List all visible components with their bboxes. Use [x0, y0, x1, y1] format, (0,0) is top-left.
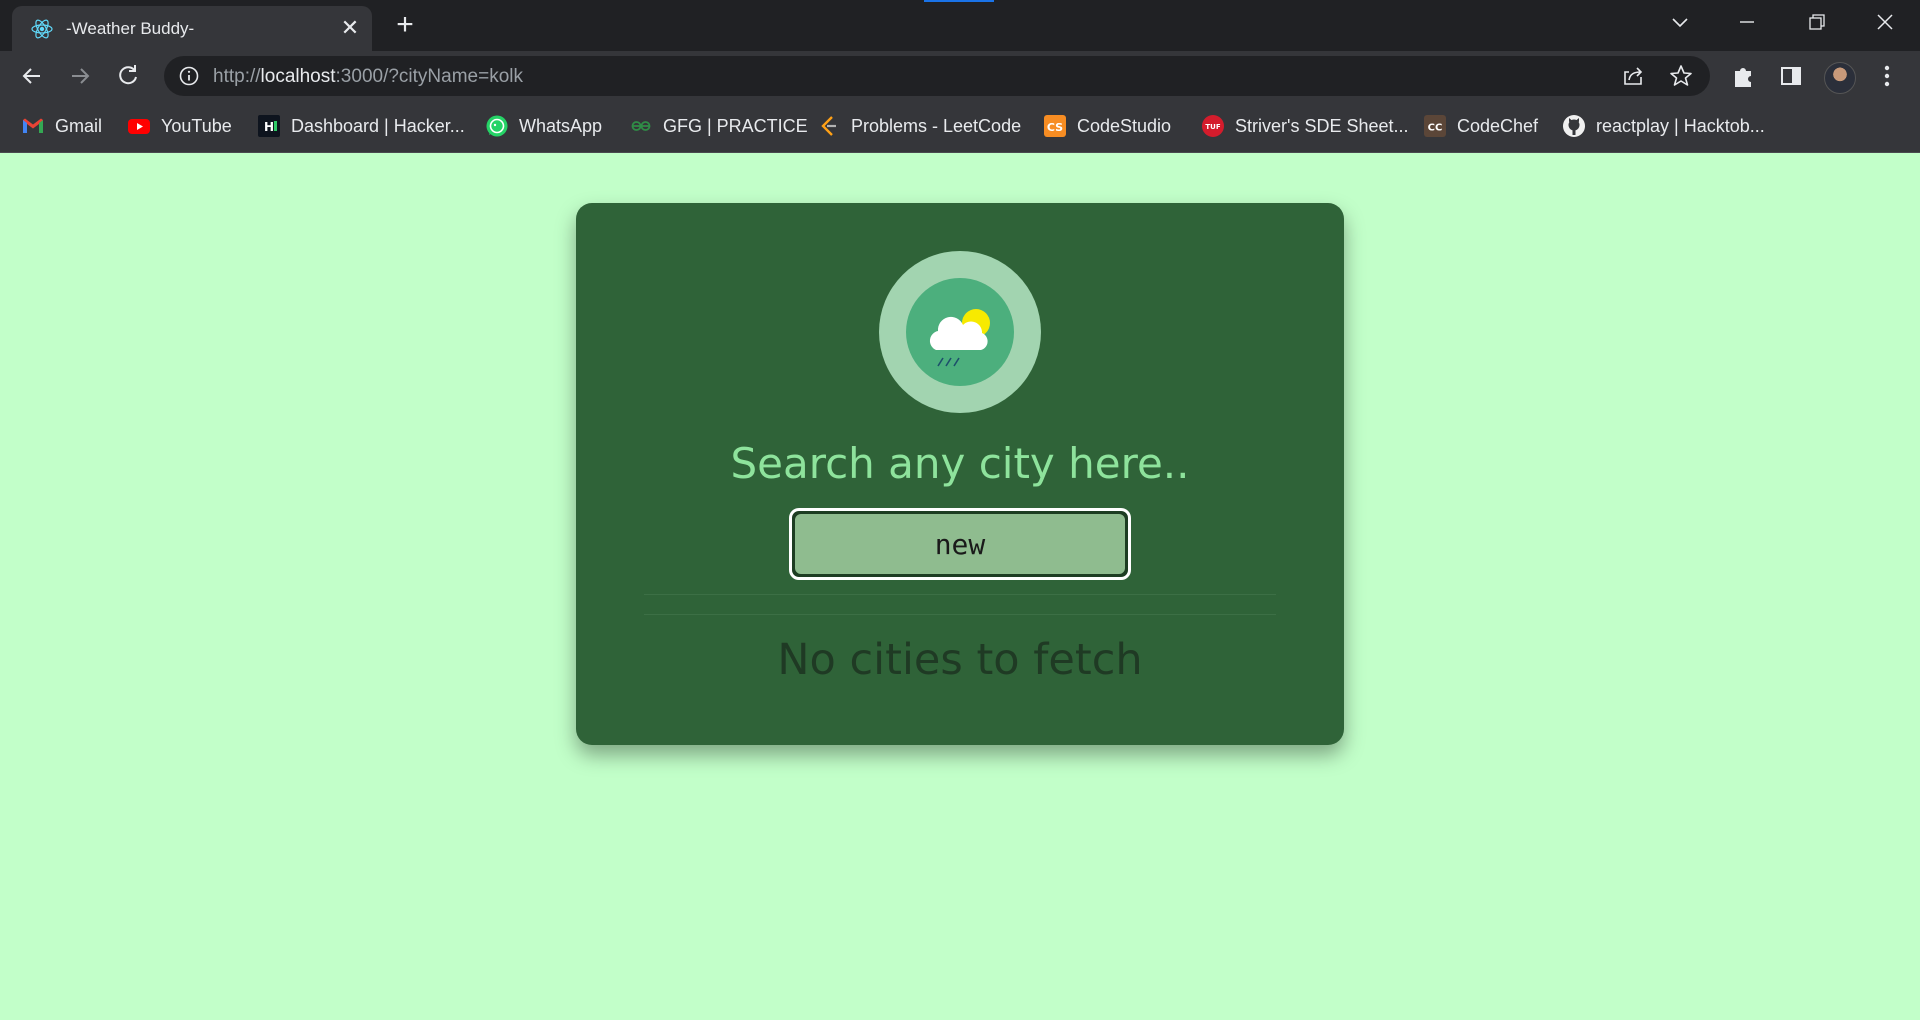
- bookmark-gmail[interactable]: Gmail: [21, 114, 102, 138]
- bookmark-label: reactplay | Hacktob...: [1596, 115, 1765, 136]
- divider-top: [644, 594, 1276, 595]
- bookmark-label: YouTube: [161, 115, 232, 136]
- youtube-icon: [127, 114, 151, 138]
- bookmark-label: CodeStudio: [1077, 115, 1172, 136]
- codechef-icon: CC: [1423, 114, 1447, 138]
- active-tab[interactable]: -Weather Buddy- ✕: [12, 6, 372, 51]
- address-bar[interactable]: http://localhost:3000/?cityName=kolk: [164, 56, 1710, 96]
- bookmark-label: GFG | PRACTICE: [663, 115, 808, 136]
- bookmark-gfg[interactable]: GFG | PRACTICE: [629, 114, 808, 138]
- cloud-sun-rain-icon: [929, 309, 990, 367]
- bookmark-whatsapp[interactable]: WhatsApp: [485, 114, 602, 138]
- tab-search-chevron-icon[interactable]: [1662, 8, 1698, 38]
- weather-logo-inner: [906, 278, 1014, 386]
- svg-text:H: H: [264, 120, 274, 134]
- tab-strip-accent: [924, 0, 994, 2]
- hackerrank-icon: H: [257, 114, 281, 138]
- bookmark-star-icon[interactable]: [1668, 63, 1694, 89]
- weather-search-card: Search any city here.. No cities to fetc…: [576, 203, 1344, 745]
- extensions-puzzle-icon[interactable]: [1726, 59, 1760, 93]
- new-tab-button[interactable]: +: [390, 10, 420, 41]
- city-search-field: [789, 508, 1131, 580]
- chrome-menu-icon[interactable]: [1870, 59, 1904, 93]
- codestudio-icon: CS: [1043, 114, 1067, 138]
- svg-text:CS: CS: [1047, 121, 1063, 134]
- bookmark-label: Problems - LeetCode: [851, 115, 1022, 136]
- no-cities-message: No cities to fetch: [777, 635, 1143, 685]
- leetcode-icon: [817, 114, 841, 138]
- reload-icon[interactable]: [111, 59, 145, 93]
- bookmark-codestudio[interactable]: CS CodeStudio: [1043, 114, 1171, 138]
- bookmark-leetcode[interactable]: Problems - LeetCode: [817, 114, 1021, 138]
- restore-icon[interactable]: [1798, 8, 1834, 38]
- react-icon: [30, 17, 54, 41]
- tab-close-icon[interactable]: ✕: [338, 16, 362, 40]
- bookmark-reactplay[interactable]: reactplay | Hacktob...: [1562, 114, 1765, 138]
- github-icon: [1562, 114, 1586, 138]
- search-heading: Search any city here..: [730, 439, 1190, 488]
- browser-toolbar: http://localhost:3000/?cityName=kolk: [0, 51, 1920, 100]
- gmail-icon: [21, 114, 45, 138]
- url-rest: :3000/?cityName=kolk: [335, 66, 523, 87]
- bookmark-youtube[interactable]: YouTube: [127, 114, 232, 138]
- side-panel-icon[interactable]: [1774, 59, 1808, 93]
- profile-avatar[interactable]: [1824, 62, 1856, 94]
- tuf-icon: TUF: [1201, 114, 1225, 138]
- bookmark-label: Gmail: [55, 115, 103, 136]
- url-text: http://localhost:3000/?cityName=kolk: [213, 66, 523, 88]
- tab-strip: -Weather Buddy- ✕ +: [0, 0, 1920, 51]
- back-arrow-icon[interactable]: [15, 59, 49, 93]
- url-prefix: http://: [213, 66, 261, 87]
- forward-arrow-icon[interactable]: [63, 59, 97, 93]
- bookmark-striver[interactable]: TUF Striver's SDE Sheet...: [1201, 114, 1409, 138]
- bookmark-label: CodeChef: [1457, 115, 1539, 136]
- geeksforgeeks-icon: [629, 114, 653, 138]
- app-logo: [879, 251, 1041, 413]
- url-host: localhost: [260, 66, 336, 87]
- bookmark-label: WhatsApp: [519, 115, 603, 136]
- bookmarks-bar: Gmail YouTube H Dashboard | Hacker... Wh…: [0, 100, 1920, 153]
- svg-text:CC: CC: [1428, 123, 1443, 134]
- close-window-icon[interactable]: [1867, 8, 1903, 38]
- divider-bottom: [644, 614, 1276, 615]
- minimize-icon[interactable]: [1729, 8, 1765, 38]
- whatsapp-icon: [485, 114, 509, 138]
- bookmark-hackerrank[interactable]: H Dashboard | Hacker...: [257, 114, 465, 138]
- bookmark-label: Dashboard | Hacker...: [291, 115, 465, 136]
- bookmark-codechef[interactable]: CC CodeChef: [1423, 114, 1538, 138]
- site-info-icon[interactable]: [178, 65, 200, 87]
- city-search-input[interactable]: [794, 513, 1126, 575]
- share-icon[interactable]: [1620, 63, 1646, 89]
- svg-text:TUF: TUF: [1205, 123, 1220, 131]
- tab-title: -Weather Buddy-: [66, 19, 195, 38]
- bookmark-label: Striver's SDE Sheet...: [1235, 115, 1409, 136]
